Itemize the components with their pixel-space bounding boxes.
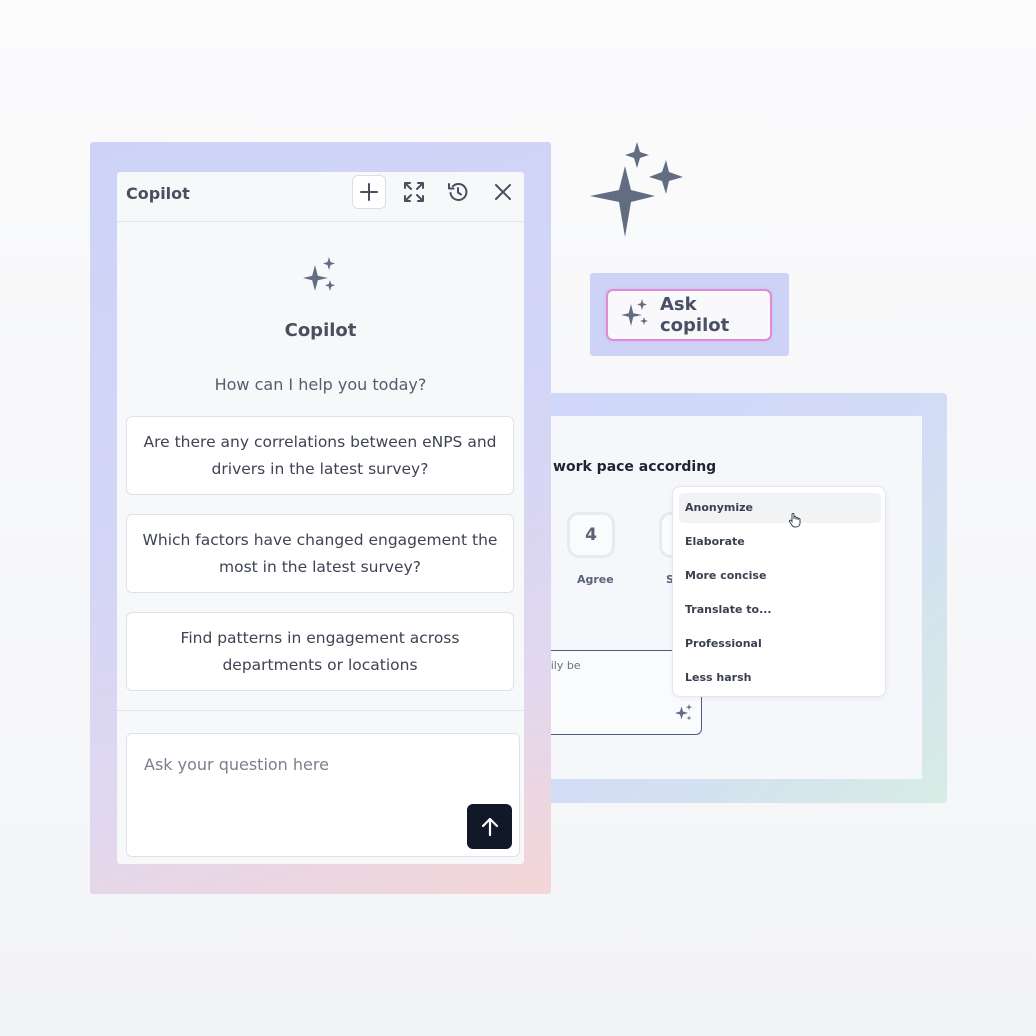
menu-item-elaborate[interactable]: Elaborate [679, 527, 881, 557]
panel-title: Copilot [126, 184, 190, 203]
divider [117, 710, 524, 711]
expand-button[interactable] [397, 175, 431, 209]
ask-copilot-label: Ask copilot [660, 294, 730, 336]
scale-label-agree: Agree [577, 573, 614, 586]
arrow-up-icon [481, 817, 498, 836]
question-input[interactable]: Ask your question here [126, 733, 520, 857]
send-button[interactable] [467, 804, 512, 849]
expand-icon [404, 182, 424, 202]
question-input-placeholder: Ask your question here [144, 755, 329, 774]
welcome-subtitle: How can I help you today? [214, 375, 427, 394]
suggestion-button[interactable]: Are there any correlations between eNPS … [126, 416, 514, 495]
plus-icon [360, 183, 378, 201]
welcome-title: Copilot [284, 320, 357, 341]
suggestion-button[interactable]: Which factors have changed engagement th… [126, 514, 514, 593]
menu-item-less-harsh[interactable]: Less harsh [679, 663, 881, 693]
menu-item-professional[interactable]: Professional [679, 629, 881, 659]
scale-option-4[interactable]: 4 [567, 512, 615, 558]
sparkle-icon [302, 256, 340, 298]
sparkle-icon[interactable] [674, 703, 694, 727]
history-icon [448, 182, 468, 201]
new-chat-button[interactable] [352, 175, 386, 209]
menu-item-anonymize[interactable]: Anonymize [679, 493, 881, 523]
sparkle-icon [620, 297, 652, 333]
suggestion-button[interactable]: Find patterns in engagement across depar… [126, 612, 514, 691]
ask-copilot-button[interactable]: Ask copilot [606, 289, 772, 341]
history-button[interactable] [441, 175, 475, 209]
close-icon [495, 184, 511, 200]
menu-item-translate[interactable]: Translate to... [679, 595, 881, 625]
copilot-panel: Copilot Copilot How can I help you today… [117, 172, 524, 864]
rewrite-menu: Anonymize Elaborate More concise Transla… [672, 486, 886, 697]
hand-cursor-icon [788, 512, 802, 532]
panel-header: Copilot [117, 172, 524, 222]
sparkle-icon-large [588, 140, 688, 244]
close-button[interactable] [486, 175, 520, 209]
menu-item-more-concise[interactable]: More concise [679, 561, 881, 591]
